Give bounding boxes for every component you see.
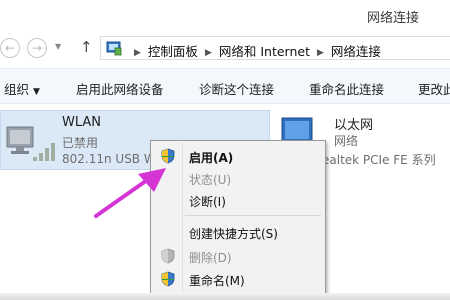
menu-item-label: 重命名(M) [189,274,245,288]
context-menu: 启用(A) 状态(U) 诊断(I) 创建快捷方式(S) 删除(D) 重命名(M) [150,140,326,300]
organize-label: 组织 [4,82,30,97]
menu-item-label: 诊断(I) [189,195,226,209]
network-connections-window: 网络连接 ← → ▼ ↑ ▶ 控制面板 ▶ 网络和 Internet ▶ 网络连接 组织 ▼… [0,0,450,300]
rename-button[interactable]: 重命名此连接 [309,79,384,98]
window-title: 网络连接 [366,11,419,26]
diagnose-button[interactable]: 诊断这个连接 [199,79,274,98]
wireless-adapter-disabled-icon [6,126,55,161]
wlan-status: 已禁用 [62,136,99,150]
menu-item-label: 启用(A) [189,151,234,165]
ethernet-name[interactable]: 以太网 [334,114,373,133]
menu-separator [185,215,321,216]
ethernet-adapter: ealtek PCIe FE 系列 [322,153,436,167]
breadcrumb-separator-icon: ▶ [134,48,141,58]
command-bar: 组织 ▼ 启用此网络设备 诊断这个连接 重命名此连接 更改此 [0,68,450,104]
address-bar[interactable]: ▶ 控制面板 ▶ 网络和 Internet ▶ 网络连接 [100,36,450,60]
shield-icon [161,248,175,264]
recent-locations-chevron-icon[interactable]: ▼ [55,42,61,51]
shield-icon [161,271,175,287]
breadcrumb-separator-icon: ▶ [204,48,212,58]
ethernet-status: 网络 [334,134,359,148]
change-settings-button[interactable]: 更改此 [418,79,450,98]
menu-item-enable[interactable]: 启用(A) [151,145,325,167]
menu-item-label: 创建快捷方式(S) [189,227,278,241]
address-bar-row: ← → ▼ ↑ ▶ 控制面板 ▶ 网络和 Internet ▶ 网络连接 [0,34,450,62]
organize-button[interactable]: 组织 ▼ [4,79,40,98]
status-bar [0,293,450,300]
breadcrumb-control-panel[interactable]: 控制面板 [148,44,198,59]
annotation-arrow-icon [94,168,166,218]
menu-item-diagnose[interactable]: 诊断(I) [151,189,325,211]
wlan-name: WLAN [62,115,102,130]
menu-item-create-shortcut[interactable]: 创建快捷方式(S) [151,221,325,243]
breadcrumb-network-internet[interactable]: 网络和 Internet [219,44,310,59]
chevron-down-icon: ▼ [33,87,40,97]
breadcrumb-separator-icon: ▶ [316,48,324,58]
breadcrumb-network-connections[interactable]: 网络连接 [331,44,381,59]
enable-device-button[interactable]: 启用此网络设备 [76,79,164,98]
forward-arrow-icon[interactable]: → [27,38,47,58]
control-panel-icon [106,41,122,56]
breadcrumb: ▶ 控制面板 ▶ 网络和 Internet ▶ 网络连接 [127,41,381,60]
menu-item-rename[interactable]: 重命名(M) [151,268,325,290]
title-bar: 网络连接 [0,0,450,32]
menu-item-label: 状态(U) [189,173,232,187]
back-arrow-icon[interactable]: ← [0,38,20,58]
up-arrow-icon[interactable]: ↑ [80,38,93,56]
menu-item-status: 状态(U) [151,167,325,189]
menu-item-label: 删除(D) [189,251,232,265]
menu-item-delete: 删除(D) [151,245,325,267]
